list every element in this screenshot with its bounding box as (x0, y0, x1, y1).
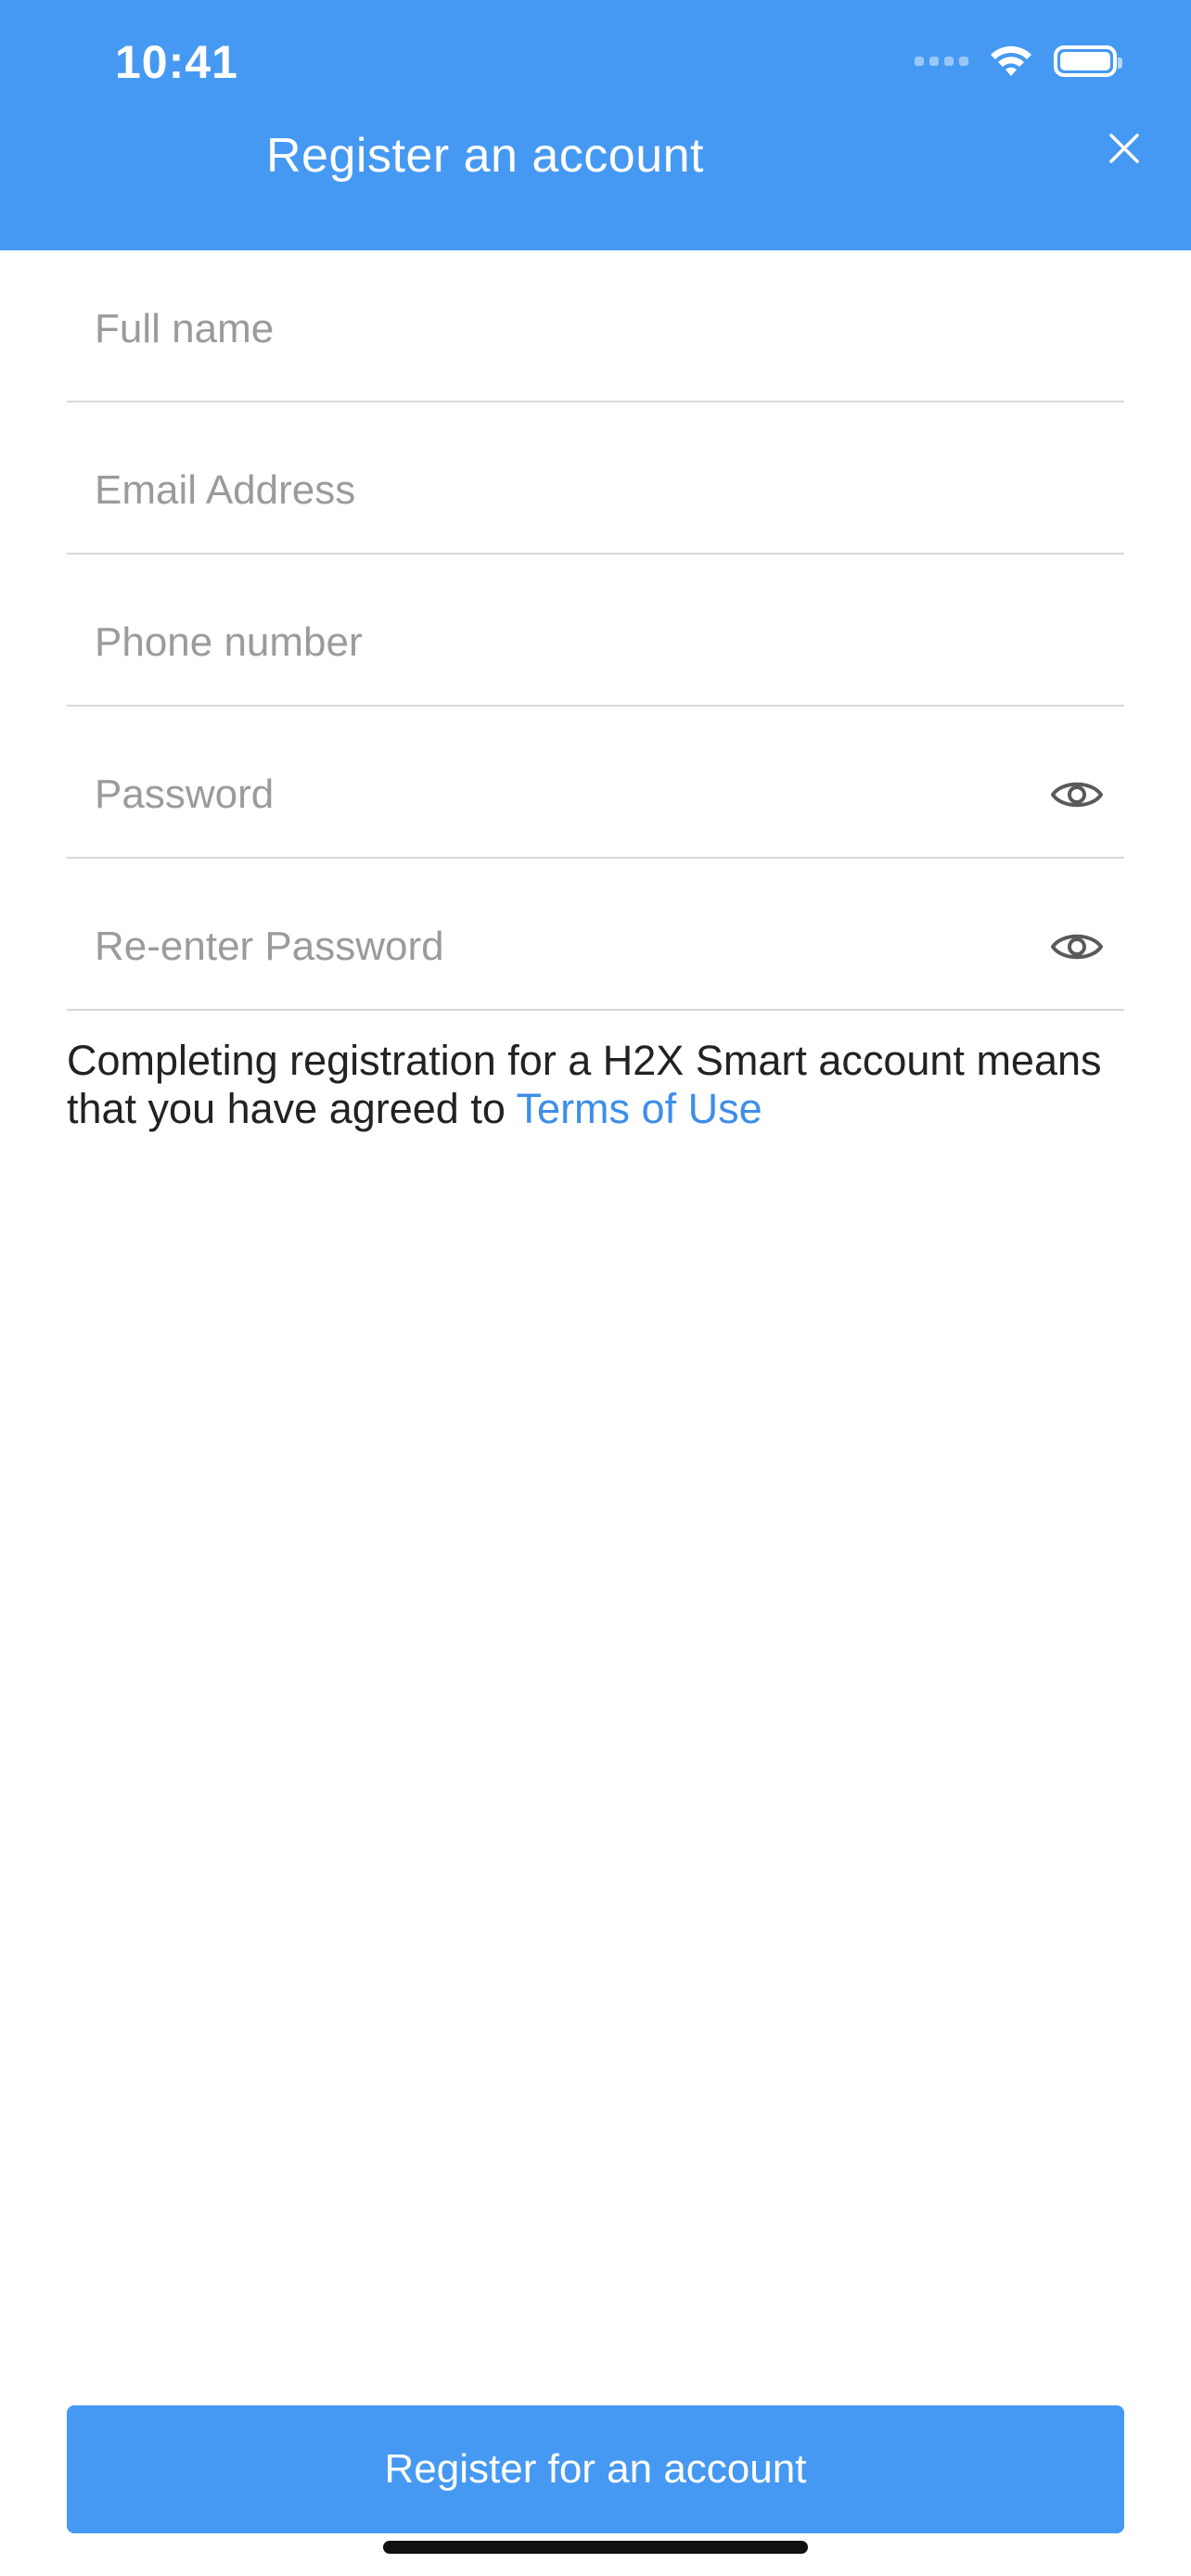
register-button[interactable]: Register for an account (67, 2405, 1124, 2533)
cellular-signal-icon (915, 57, 968, 66)
phone-field-row (67, 555, 1124, 707)
status-time: 10:41 (115, 36, 238, 88)
password-field-row (67, 707, 1124, 859)
email-field-row (67, 402, 1124, 555)
email-input[interactable] (95, 458, 985, 523)
confirm-password-field-row (67, 859, 1124, 1011)
phone-input[interactable] (95, 610, 985, 675)
status-icons (915, 45, 1122, 78)
terms-of-use-link[interactable]: Terms of Use (517, 1085, 762, 1132)
home-indicator (383, 2541, 808, 2554)
page-title: Register an account (266, 129, 704, 183)
full-name-input[interactable] (95, 297, 985, 362)
eye-icon[interactable] (1050, 920, 1104, 974)
terms-notice: Completing registration for a H2X Smart … (67, 1037, 1133, 1133)
app-header: 10:41 Register an account (0, 0, 1191, 250)
battery-icon (1054, 45, 1122, 77)
wifi-icon (991, 45, 1031, 76)
close-icon[interactable] (1106, 130, 1143, 167)
eye-icon[interactable] (1050, 768, 1104, 822)
password-input[interactable] (95, 762, 985, 827)
full-name-field-row (67, 250, 1124, 402)
confirm-password-input[interactable] (95, 914, 985, 979)
registration-form (67, 250, 1124, 1011)
